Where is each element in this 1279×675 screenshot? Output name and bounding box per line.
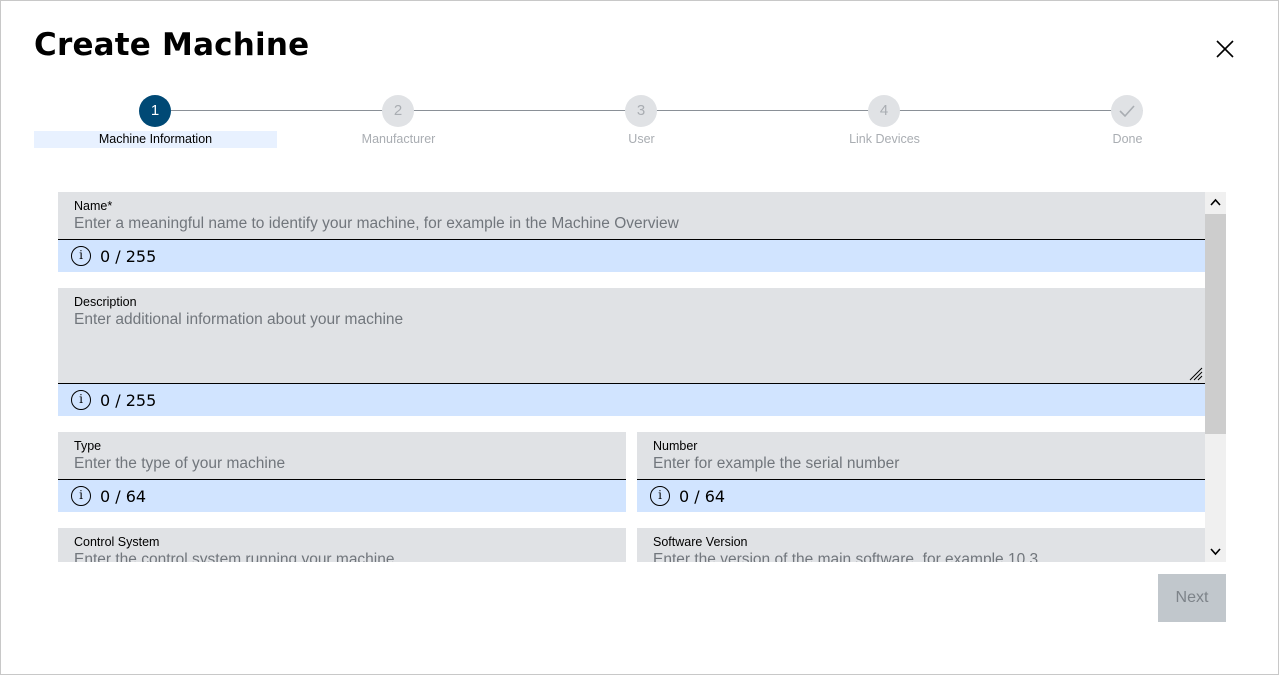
- step-machine-information: 1 Machine Information: [34, 93, 277, 149]
- step-done-badge: [1111, 95, 1143, 127]
- checkmark-icon: [1119, 105, 1135, 118]
- step-number-badge: 2: [382, 95, 414, 127]
- description-field-label: Description: [74, 295, 137, 309]
- scrollbar-thumb[interactable]: [1205, 214, 1226, 434]
- number-field[interactable]: Number Enter for example the serial numb…: [637, 432, 1205, 480]
- close-icon: [1216, 40, 1234, 58]
- type-field[interactable]: Type Enter the type of your machine: [58, 432, 626, 480]
- chevron-up-icon: [1210, 198, 1221, 206]
- form-scrollbar[interactable]: [1205, 192, 1226, 562]
- chevron-down-icon: [1210, 548, 1221, 556]
- step-label: User: [628, 132, 655, 146]
- type-field-label: Type: [74, 439, 102, 453]
- step-link-devices: 4 Link Devices: [763, 93, 1006, 149]
- name-field-placeholder: Enter a meaningful name to identify your…: [74, 215, 679, 232]
- number-helper: i 0 / 64: [637, 480, 1205, 512]
- name-field[interactable]: Name* Enter a meaningful name to identif…: [58, 192, 1205, 240]
- info-icon: i: [650, 486, 670, 506]
- dialog-title: Create Machine: [34, 27, 310, 63]
- type-field-placeholder: Enter the type of your machine: [74, 455, 286, 472]
- step-label: Link Devices: [849, 132, 920, 146]
- description-field-placeholder: Enter additional information about your …: [74, 311, 404, 328]
- step-number-badge: 3: [625, 95, 657, 127]
- scroll-up-button[interactable]: [1205, 192, 1226, 212]
- name-char-counter: 0 / 255: [100, 247, 157, 266]
- type-char-counter: 0 / 64: [100, 487, 147, 506]
- name-field-label: Name*: [74, 199, 113, 213]
- number-field-placeholder: Enter for example the serial number: [653, 455, 900, 472]
- description-helper: i 0 / 255: [58, 384, 1205, 416]
- name-helper: i 0 / 255: [58, 240, 1205, 272]
- step-user: 3 User: [520, 93, 763, 149]
- type-helper: i 0 / 64: [58, 480, 626, 512]
- control-system-field-label: Control System: [74, 535, 160, 549]
- step-done: Done: [1006, 93, 1249, 149]
- step-manufacturer: 2 Manufacturer: [277, 93, 520, 149]
- info-icon: i: [71, 246, 91, 266]
- software-version-field-placeholder: Enter the version of the main software, …: [653, 551, 1039, 562]
- step-label: Manufacturer: [361, 132, 436, 146]
- control-system-field[interactable]: Control System Enter the control system …: [58, 528, 626, 562]
- form-scroll-area[interactable]: Name* Enter a meaningful name to identif…: [58, 192, 1226, 562]
- number-field-label: Number: [653, 439, 698, 453]
- resize-grip-icon[interactable]: [1187, 365, 1203, 381]
- info-icon: i: [71, 486, 91, 506]
- next-button[interactable]: Next: [1158, 574, 1226, 622]
- step-number-badge: 4: [868, 95, 900, 127]
- description-char-counter: 0 / 255: [100, 391, 157, 410]
- info-icon: i: [71, 390, 91, 410]
- scroll-down-button[interactable]: [1205, 542, 1226, 562]
- software-version-field[interactable]: Software Version Enter the version of th…: [637, 528, 1205, 562]
- number-char-counter: 0 / 64: [679, 487, 726, 506]
- description-field[interactable]: Description Enter additional information…: [58, 288, 1205, 384]
- create-machine-dialog: Create Machine 1 Machine Information 2 M…: [0, 0, 1279, 675]
- step-number-badge: 1: [139, 95, 171, 127]
- step-label: Done: [1112, 132, 1143, 146]
- software-version-field-label: Software Version: [653, 535, 748, 549]
- control-system-field-placeholder: Enter the control system running your ma…: [74, 551, 395, 562]
- close-button[interactable]: [1213, 37, 1237, 61]
- step-label: Machine Information: [34, 131, 277, 148]
- stepper: 1 Machine Information 2 Manufacturer 3 U…: [34, 93, 1249, 153]
